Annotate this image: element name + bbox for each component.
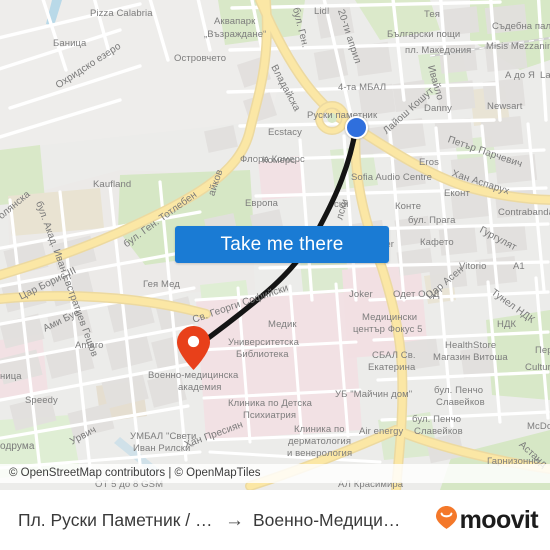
destination-pin-icon[interactable]: [176, 325, 211, 371]
take-me-there-button[interactable]: Take me there: [175, 226, 389, 263]
map-canvas[interactable]: Pizza Calabria Баница Охридско езеро Аквапа…: [0, 0, 550, 490]
moovit-pin-icon: [435, 505, 458, 535]
moovit-map-screen: Pizza Calabria Баница Охридско езеро Аквапа…: [0, 0, 550, 550]
arrow-right-icon: →: [225, 509, 244, 531]
route-origin-label: Пл. Руски Паметник / Russia…: [18, 509, 216, 530]
route-footer-bar: Пл. Руски Паметник / Russia… → Военно-Ме…: [0, 490, 550, 550]
route-destination-label: Военно-Медици…: [253, 509, 401, 530]
moovit-wordmark: moovit: [459, 505, 539, 534]
origin-location-dot[interactable]: [345, 116, 368, 139]
map-attribution[interactable]: © OpenStreetMap contributors | © OpenMap…: [0, 464, 550, 483]
route-summary[interactable]: Пл. Руски Паметник / Russia… → Военно-Ме…: [18, 510, 429, 531]
moovit-logo[interactable]: moovit: [435, 505, 539, 535]
